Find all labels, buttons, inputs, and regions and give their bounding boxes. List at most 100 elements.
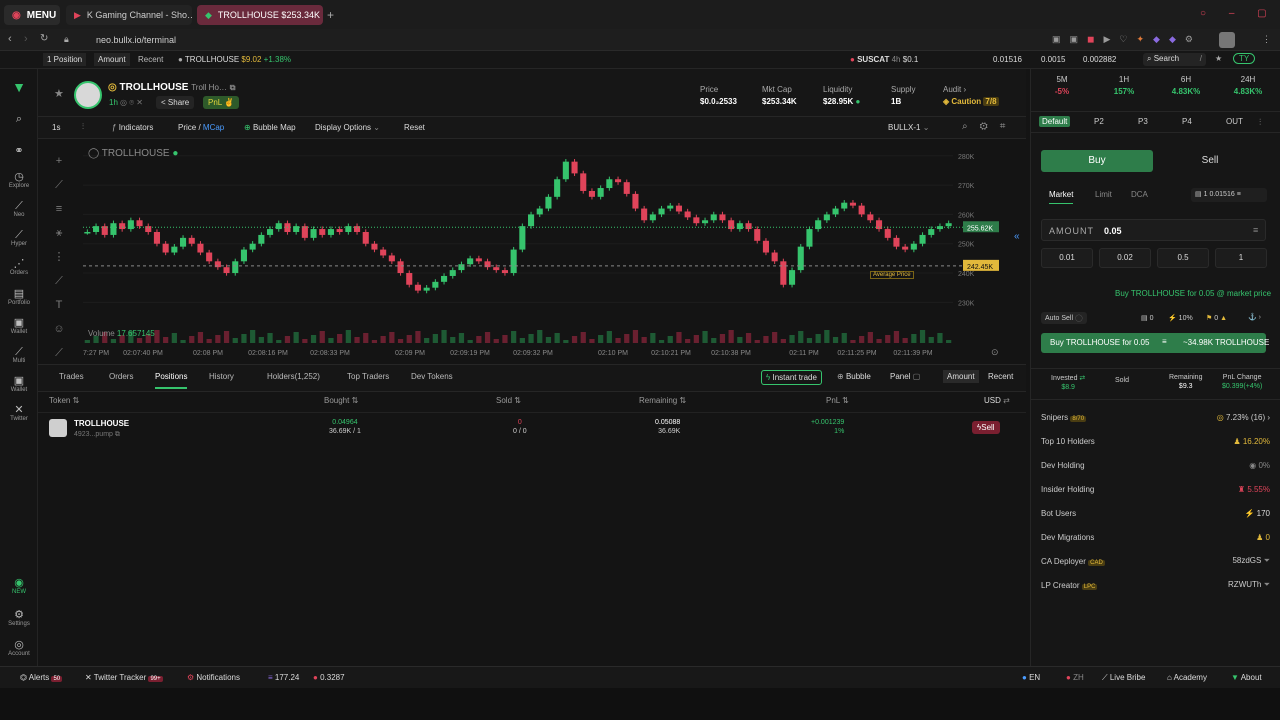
tab-holders[interactable]: Holders(1,252)	[267, 372, 320, 381]
ca-deployer-row[interactable]: CA Deployer CAD 58zdGS ⏷	[1041, 549, 1270, 573]
chart-settings-icon[interactable]: ⊙	[991, 347, 999, 358]
header-token[interactable]: Token ⇅	[49, 396, 79, 405]
auto-sell-more[interactable]: ⚓ ›	[1248, 313, 1261, 321]
nav-wallet2[interactable]: ▣ Wallet	[0, 375, 38, 393]
snipers-row[interactable]: Snipers 8/70 ◎ 7.23% (16) ›	[1041, 405, 1270, 429]
table-row[interactable]: TROLLHOUSE 4923...pump ⧉ 0.04964 36.69K …	[38, 412, 1026, 444]
amount-toggle[interactable]: Amount	[943, 370, 979, 383]
amount-menu-icon[interactable]: ≡	[1253, 225, 1258, 235]
amount-chip[interactable]: Amount	[94, 53, 130, 66]
preset-default[interactable]: Default	[1039, 116, 1071, 127]
nav-multi-chart[interactable]: ⟋ Multi	[0, 346, 38, 364]
preset-p2[interactable]: P2	[1091, 116, 1107, 127]
order-type-market[interactable]: Market	[1049, 190, 1074, 204]
browser-tab-youtube[interactable]: ▶ K Gaming Channel - Sho…	[66, 5, 192, 25]
header-remaining[interactable]: Remaining ⇅	[639, 396, 686, 405]
tab-trades[interactable]: Trades	[59, 372, 84, 381]
language-en[interactable]: ● EN	[1022, 673, 1040, 682]
metric-row[interactable]: Dev Holding ◉ 0%	[1041, 453, 1270, 477]
bullx-logo[interactable]: ▼	[0, 80, 38, 94]
nav-wallet[interactable]: ▣ Wallet	[0, 317, 38, 335]
quick-amount-button[interactable]: 0.01	[1041, 248, 1093, 268]
language-zh[interactable]: ● ZH	[1066, 673, 1084, 682]
price-mcap-toggle[interactable]: Price / MCap	[178, 123, 224, 132]
indicators-button[interactable]: ƒ Indicators	[112, 123, 153, 132]
wallet-selector[interactable]: ▤ 1 0.01516 ≡	[1191, 188, 1267, 202]
preset-p3[interactable]: P3	[1135, 116, 1151, 127]
reset-button[interactable]: Reset	[404, 123, 425, 132]
bubble-map-button[interactable]: ⊕ Bubble Map	[244, 123, 296, 132]
nav-neo[interactable]: ⟋ Neo	[0, 200, 38, 218]
back-icon[interactable]: ‹	[8, 33, 12, 45]
tab-orders[interactable]: Orders	[109, 372, 133, 381]
browser-tab-active[interactable]: ◆ TROLLHOUSE $253.34K	[197, 5, 323, 25]
tab-history[interactable]: History	[209, 372, 234, 381]
stat-24h[interactable]: 24H 4.83K%	[1217, 75, 1279, 96]
window-controls[interactable]: ○ – ▢ ✕	[1200, 8, 1280, 19]
star-icon[interactable]: ★	[1215, 54, 1222, 63]
interval-button[interactable]: 1s	[52, 123, 60, 132]
quick-amount-button[interactable]: 0.5	[1157, 248, 1209, 268]
token-avatar[interactable]	[74, 81, 102, 109]
quick-amount-button[interactable]: 1	[1215, 248, 1267, 268]
settings-button[interactable]: ⚙ Settings	[0, 609, 38, 627]
recent-toggle[interactable]: Recent	[988, 372, 1013, 381]
about-button[interactable]: ▼ About	[1231, 673, 1262, 682]
audit-stat[interactable]: Audit › ◈ Caution 7/8	[943, 85, 999, 106]
chart-source-select[interactable]: BULLX-1 ⌄	[888, 123, 929, 132]
profile-avatar[interactable]	[1219, 32, 1235, 48]
quick-amount-button[interactable]: 0.02	[1099, 248, 1151, 268]
sell-tab[interactable]: Sell	[1154, 150, 1266, 172]
instant-trade-button[interactable]: ϟ Instant trade	[761, 370, 822, 385]
stat-6h[interactable]: 6H 4.83K%	[1155, 75, 1217, 96]
url-field[interactable]: neo.bullx.io/terminal	[96, 35, 176, 45]
header-pnl[interactable]: PnL ⇅	[826, 396, 849, 405]
price-chart[interactable]: + ⟋ ≡ ⚹ ⋮ ⟋ T ☺ ⟋ 280K 270K 260K 250K 240K 230K 255.62…	[38, 139, 1026, 361]
preset-settings-icon[interactable]: ⫶	[1259, 117, 1261, 128]
ticker-item[interactable]: ● TROLLHOUSE $9.02 +1.38%	[178, 55, 291, 64]
social-icons[interactable]: ◎ ⌾ ✕	[120, 98, 143, 108]
preset-p4[interactable]: P4	[1179, 116, 1195, 127]
alerts-button[interactable]: ⏣ Alerts 50	[20, 673, 63, 682]
forward-icon[interactable]: ›	[24, 33, 28, 45]
nav-orders[interactable]: ⋰ Orders	[0, 258, 38, 276]
candle-type-icon[interactable]: ⫶	[82, 122, 84, 132]
live-bribe-button[interactable]: ⟋ Live Bribe	[1102, 673, 1145, 683]
share-button[interactable]: < Share	[156, 96, 195, 109]
nav-compass[interactable]: ◷ Explore	[0, 171, 38, 189]
metric-row[interactable]: Insider Holding ♜ 5.55%	[1041, 477, 1270, 501]
preset-out[interactable]: OUT	[1223, 116, 1246, 127]
notifications-button[interactable]: ⚙ Notifications	[187, 673, 240, 682]
amount-input[interactable]: AMOUNT 0.05 ≡	[1041, 219, 1266, 241]
stat-1h[interactable]: 1H 157%	[1093, 75, 1155, 96]
twitter-tracker-button[interactable]: ✕ Twitter Tracker 99+	[85, 673, 163, 682]
academy-button[interactable]: ⌂ Academy	[1167, 673, 1207, 682]
new-tab-button[interactable]: +	[327, 8, 334, 22]
new-feature-button[interactable]: ◉ NEW	[0, 577, 38, 595]
nav-portfolio[interactable]: ▤ Portfolio	[0, 288, 38, 306]
chart-tool-icons[interactable]: ⌕⚙⌗	[962, 121, 1017, 132]
row-sell-button[interactable]: ϟSell	[972, 421, 1000, 434]
buy-submit-button[interactable]: Buy TROLLHOUSE for 0.05 ≡ ~34.98K TROLLH…	[1041, 333, 1269, 353]
header-bought[interactable]: Bought ⇅	[324, 396, 358, 405]
profile-button[interactable]: TY	[1233, 53, 1256, 64]
pnl-button[interactable]: PnL ✌	[203, 96, 240, 109]
reload-icon[interactable]: ↻	[40, 33, 48, 44]
metric-row[interactable]: Top 10 Holders ♟ 16.20%	[1041, 429, 1270, 453]
extension-icons[interactable]: ▣▣◼▶♡✦◆◆⚙	[1052, 34, 1202, 45]
buy-tab[interactable]: Buy	[1041, 150, 1153, 172]
metric-row[interactable]: Bot Users ⚡ 170	[1041, 501, 1270, 525]
nav-hyper[interactable]: ⟋ Hyper	[0, 229, 38, 247]
header-sold[interactable]: Sold ⇅	[496, 396, 521, 405]
nav-twitter[interactable]: ✕ Twitter	[0, 404, 38, 422]
panel-toggle[interactable]: Panel ▢	[890, 372, 920, 381]
display-options-button[interactable]: Display Options ⌄	[315, 123, 380, 132]
stat-5m[interactable]: 5M -5%	[1031, 75, 1093, 96]
copy-icon[interactable]: ⧉	[230, 83, 236, 92]
positions-chip[interactable]: 1 Position	[43, 53, 87, 66]
collapse-panel-icon[interactable]: «	[1014, 231, 1020, 242]
metric-row[interactable]: Dev Migrations ♟ 0	[1041, 525, 1270, 549]
tab-positions[interactable]: Positions	[155, 372, 188, 389]
account-button[interactable]: ◎ Account	[0, 639, 38, 657]
favorite-icon[interactable]: ★	[54, 87, 64, 100]
